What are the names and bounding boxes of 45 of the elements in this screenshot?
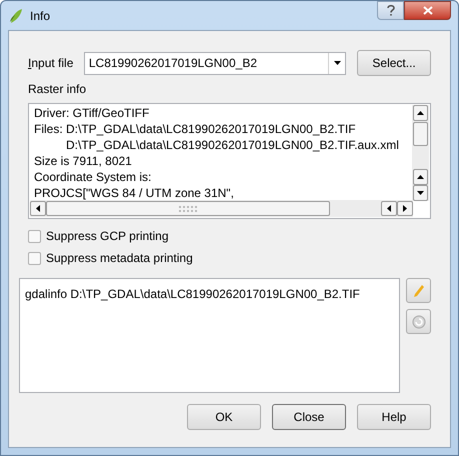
raster-info-line: D:\TP_GDAL\data\LC81990262017019LGN00_B2.TIF.aux.xml (66, 137, 399, 153)
checkbox[interactable] (28, 230, 41, 242)
checkbox-label: Suppress metadata printing (46, 250, 193, 267)
up-arrow-icon (417, 175, 424, 179)
close-icon (422, 6, 432, 15)
dropdown-arrow-icon (334, 61, 341, 65)
command-text: gdalinfo D:\TP_GDAL\data\LC81990262017019LGN00_B2.TIF (25, 287, 360, 301)
help-button[interactable] (377, 1, 404, 20)
up-arrow-icon (417, 111, 424, 115)
input-file-combobox[interactable]: LC81990262017019LGN00_B2 (84, 52, 346, 74)
raster-info-line: Coordinate System is: (34, 169, 152, 185)
raster-info-text-area[interactable]: Driver: GTiff/GeoTIFF Files: D:\TP_GDAL\data\LC81990262017019LGN00_B2.TIF D:\TP_GDAL\data\LC81990262017019LGN00_B2.TIF.aux.xml Size is 7911, 8021 Coordinate System is: PROJCS["WGS 84 / UTM zone 31N", (28, 103, 431, 219)
dialog-button[interactable]: Close (272, 404, 346, 430)
scroll-left-button[interactable] (30, 201, 46, 216)
left-arrow-icon (36, 205, 40, 212)
raster-info-line: Size is 7911, 8021 (34, 153, 132, 169)
input-file-label: Input file (28, 55, 74, 72)
scroll-up-button[interactable] (413, 169, 428, 185)
question-icon (386, 5, 394, 16)
scrollbar-thumb[interactable] (413, 122, 428, 146)
raster-info-line: PROJCS["WGS 84 / UTM zone 31N", (34, 185, 234, 201)
scrollbar-thumb[interactable] (46, 201, 330, 216)
leaf-icon (8, 8, 24, 24)
grip-icon (179, 206, 197, 212)
scroll-up-button[interactable] (413, 105, 428, 121)
checkbox[interactable] (28, 252, 41, 264)
window-title: Info (30, 8, 50, 24)
raster-info-line: Files: D:\TP_GDAL\data\LC81990262017019LGN00_B2.TIF (34, 121, 356, 137)
scroll-left-button[interactable] (381, 201, 397, 216)
scroll-right-button[interactable] (397, 201, 413, 216)
select-button[interactable]: Select... (357, 50, 431, 76)
close-button[interactable] (404, 1, 451, 20)
raster-info-line: Driver: GTiff/GeoTIFF (34, 105, 150, 121)
pencil-icon (412, 284, 424, 298)
right-arrow-icon (403, 205, 407, 212)
dialog-button[interactable]: OK (187, 404, 261, 430)
combobox-value: LC81990262017019LGN00_B2 (88, 55, 258, 72)
raster-info-label: Raster info (28, 81, 88, 98)
command-text-area[interactable]: gdalinfo D:\TP_GDAL\data\LC81990262017019LGN00_B2.TIF (19, 278, 400, 393)
left-arrow-icon (387, 205, 391, 212)
down-arrow-icon (417, 191, 424, 195)
scroll-down-button[interactable] (413, 185, 428, 201)
checkbox-label: Suppress GCP printing (46, 228, 169, 245)
dialog-button[interactable]: Help (357, 404, 431, 430)
circle-arrow-icon (412, 314, 426, 328)
